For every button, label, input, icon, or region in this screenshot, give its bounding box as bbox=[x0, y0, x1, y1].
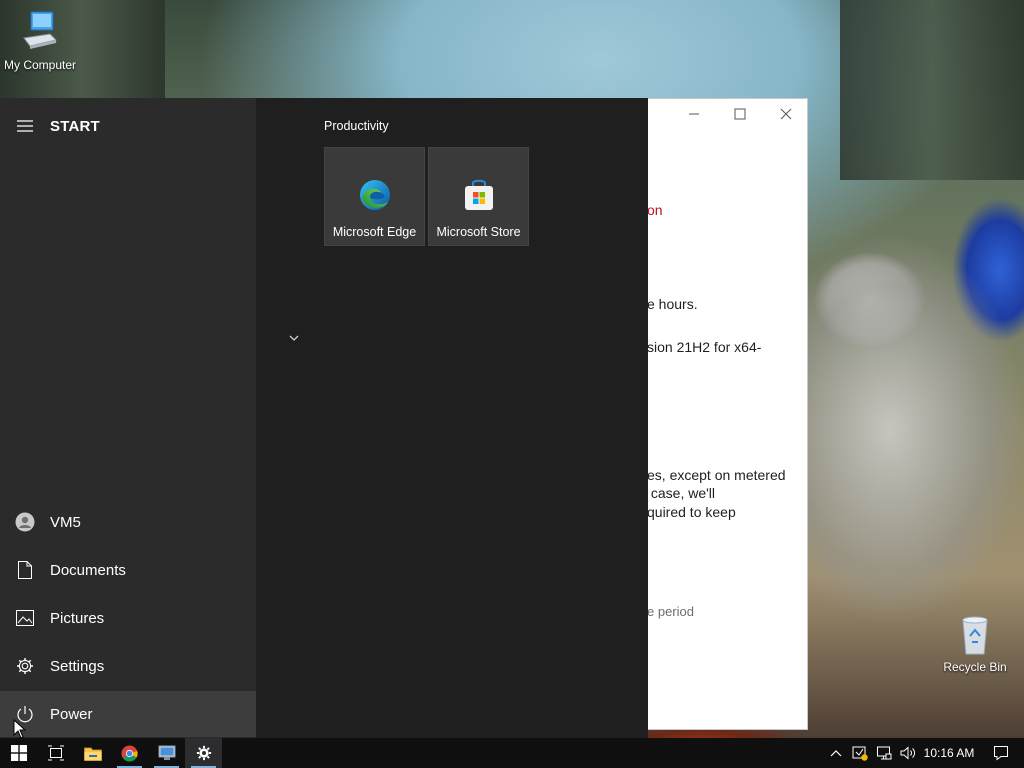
remote-desktop-button[interactable] bbox=[148, 738, 185, 768]
network-tray-button[interactable] bbox=[872, 738, 896, 768]
computer-icon bbox=[23, 11, 57, 49]
task-view-icon bbox=[47, 745, 64, 761]
notification-icon bbox=[994, 746, 1008, 761]
tile-label: Microsoft Store bbox=[436, 225, 521, 239]
desktop-icon-recycle-bin[interactable]: Recycle Bin bbox=[935, 612, 1015, 674]
action-center-button[interactable] bbox=[978, 738, 1024, 768]
start-menu-header: START bbox=[0, 112, 256, 140]
chevron-down-icon[interactable] bbox=[286, 332, 302, 344]
minimize-button[interactable] bbox=[671, 105, 717, 125]
clock[interactable]: 10:16 AM bbox=[920, 738, 978, 768]
document-icon bbox=[18, 561, 32, 579]
chevron-up-icon bbox=[830, 750, 842, 757]
tile-microsoft-edge[interactable]: Microsoft Edge bbox=[324, 147, 425, 246]
wallpaper-pillar-right bbox=[840, 0, 1024, 180]
user-icon bbox=[15, 512, 35, 532]
hamburger-icon bbox=[17, 120, 33, 132]
desktop-icon-label: My Computer bbox=[3, 58, 77, 72]
start-button[interactable] bbox=[0, 738, 37, 768]
windows-logo-icon bbox=[10, 745, 27, 761]
edge-icon bbox=[360, 180, 390, 210]
show-hidden-icons-button[interactable] bbox=[824, 738, 848, 768]
remote-desktop-icon bbox=[158, 745, 175, 760]
start-menu: START VM5 Documents Pictures Settings Po… bbox=[0, 98, 648, 738]
pictures-icon bbox=[16, 610, 34, 626]
rail-item-label: Documents bbox=[50, 561, 126, 579]
rail-item-label: Pictures bbox=[50, 609, 105, 627]
close-button[interactable] bbox=[763, 105, 809, 125]
maximize-icon bbox=[734, 108, 746, 120]
rail-item-documents[interactable]: Documents bbox=[0, 547, 256, 593]
desktop-icon-my-computer[interactable]: My Computer bbox=[0, 10, 80, 72]
gear-icon bbox=[196, 745, 211, 761]
settings-taskbar-button[interactable] bbox=[185, 738, 222, 768]
store-icon bbox=[465, 179, 493, 210]
rail-item-label: Settings bbox=[50, 657, 105, 675]
rail-item-label: VM5 bbox=[50, 513, 81, 531]
start-menu-rail: START VM5 Documents Pictures Settings Po… bbox=[0, 98, 256, 738]
tile-microsoft-store[interactable]: Microsoft Store bbox=[428, 147, 529, 246]
gear-icon bbox=[17, 658, 33, 674]
close-icon bbox=[780, 108, 792, 120]
chrome-icon bbox=[121, 744, 138, 762]
folder-icon bbox=[83, 747, 102, 761]
network-icon bbox=[877, 746, 892, 760]
rail-item-settings[interactable]: Settings bbox=[0, 643, 256, 689]
tile-group-label: Productivity bbox=[324, 119, 389, 133]
rail-item-power[interactable]: Power bbox=[0, 691, 256, 737]
rail-item-user[interactable]: VM5 bbox=[0, 499, 256, 545]
mouse-cursor-icon bbox=[13, 719, 27, 739]
task-view-button[interactable] bbox=[37, 738, 74, 768]
tile-label: Microsoft Edge bbox=[332, 225, 417, 239]
start-menu-title: START bbox=[50, 117, 100, 135]
speaker-icon bbox=[900, 746, 915, 760]
security-tray-button[interactable] bbox=[848, 738, 872, 768]
minimize-icon bbox=[689, 113, 699, 115]
recycle-bin-icon bbox=[962, 616, 988, 655]
rail-item-label: Power bbox=[50, 705, 93, 723]
volume-tray-button[interactable] bbox=[896, 738, 920, 768]
avatar bbox=[0, 499, 50, 545]
file-explorer-button[interactable] bbox=[74, 738, 111, 768]
shield-warning-icon bbox=[852, 746, 868, 761]
chrome-button[interactable] bbox=[111, 738, 148, 768]
desktop-icon-label: Recycle Bin bbox=[943, 660, 1007, 674]
taskbar: 10:16 AM bbox=[0, 738, 1024, 768]
rail-item-pictures[interactable]: Pictures bbox=[0, 595, 256, 641]
hamburger-button[interactable] bbox=[0, 112, 50, 140]
system-tray: 10:16 AM bbox=[824, 738, 1024, 768]
maximize-button[interactable] bbox=[717, 105, 763, 125]
